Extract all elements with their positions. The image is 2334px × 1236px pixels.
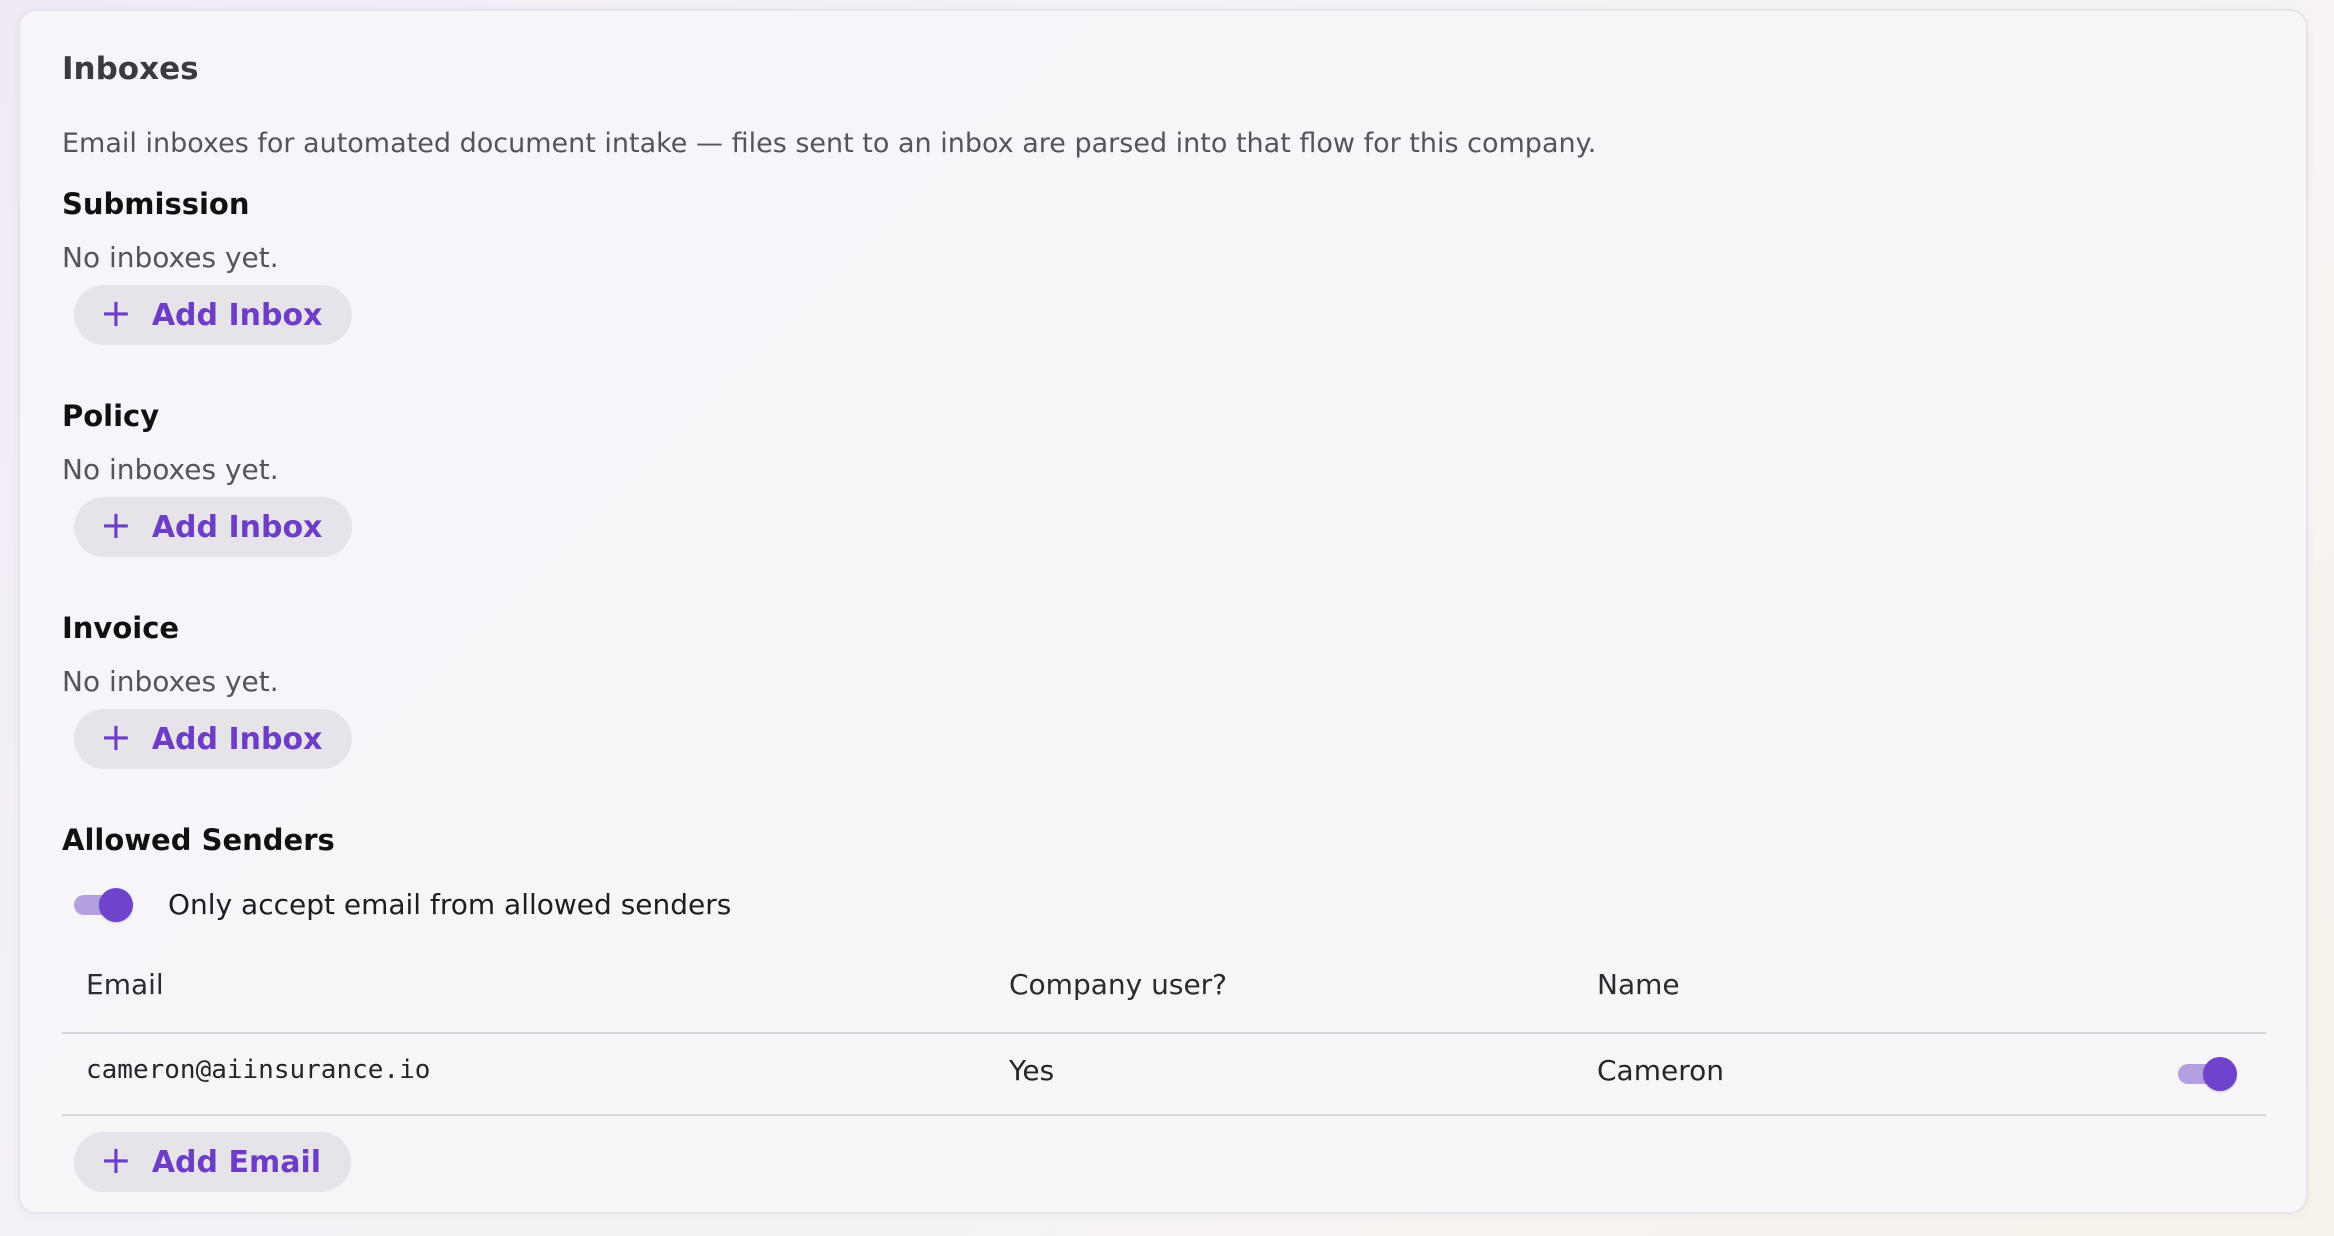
- plus-icon: +: [100, 1138, 132, 1182]
- plus-icon: +: [100, 715, 132, 759]
- add-inbox-label: Add Inbox: [151, 297, 323, 333]
- plus-icon: +: [100, 291, 132, 335]
- plus-icon: +: [100, 503, 132, 547]
- card-title: Inboxes: [62, 51, 199, 87]
- add-policy-inbox-button[interactable]: + Add Inbox: [74, 497, 353, 557]
- submission-empty-text: No inboxes yet.: [62, 241, 279, 274]
- sender-company-user: Yes: [1009, 1054, 1055, 1087]
- sender-email: cameron@aiinsurance.io: [86, 1055, 431, 1085]
- policy-empty-text: No inboxes yet.: [62, 453, 279, 486]
- allowed-senders-toggle-label: Only accept email from allowed senders: [168, 888, 732, 921]
- invoice-section-title: Invoice: [62, 611, 180, 645]
- add-email-label: Add Email: [151, 1144, 322, 1180]
- sender-enabled-toggle[interactable]: [2178, 1056, 2238, 1092]
- add-inbox-label: Add Inbox: [151, 509, 323, 545]
- add-invoice-inbox-button[interactable]: + Add Inbox: [74, 709, 353, 769]
- column-header-email: Email: [86, 968, 164, 1001]
- toggle-knob: [99, 888, 133, 922]
- inboxes-card: Inboxes Email inboxes for automated docu…: [18, 9, 2308, 1214]
- toggle-knob: [2203, 1057, 2237, 1091]
- add-inbox-label: Add Inbox: [151, 721, 323, 757]
- invoice-empty-text: No inboxes yet.: [62, 665, 279, 698]
- policy-section-title: Policy: [62, 399, 160, 433]
- table-row-divider: [62, 1114, 2266, 1116]
- column-header-name: Name: [1597, 968, 1680, 1001]
- allowed-senders-title: Allowed Senders: [62, 823, 335, 857]
- table-header-divider: [62, 1032, 2266, 1034]
- add-email-button[interactable]: + Add Email: [74, 1132, 352, 1192]
- card-description: Email inboxes for automated document int…: [62, 128, 1597, 159]
- column-header-company-user: Company user?: [1009, 968, 1228, 1001]
- allowed-senders-only-toggle[interactable]: [74, 887, 134, 923]
- sender-name: Cameron: [1597, 1054, 1724, 1087]
- inboxes-card-content: Inboxes Email inboxes for automated docu…: [62, 11, 2266, 1212]
- submission-section-title: Submission: [62, 187, 250, 221]
- add-submission-inbox-button[interactable]: + Add Inbox: [74, 285, 353, 345]
